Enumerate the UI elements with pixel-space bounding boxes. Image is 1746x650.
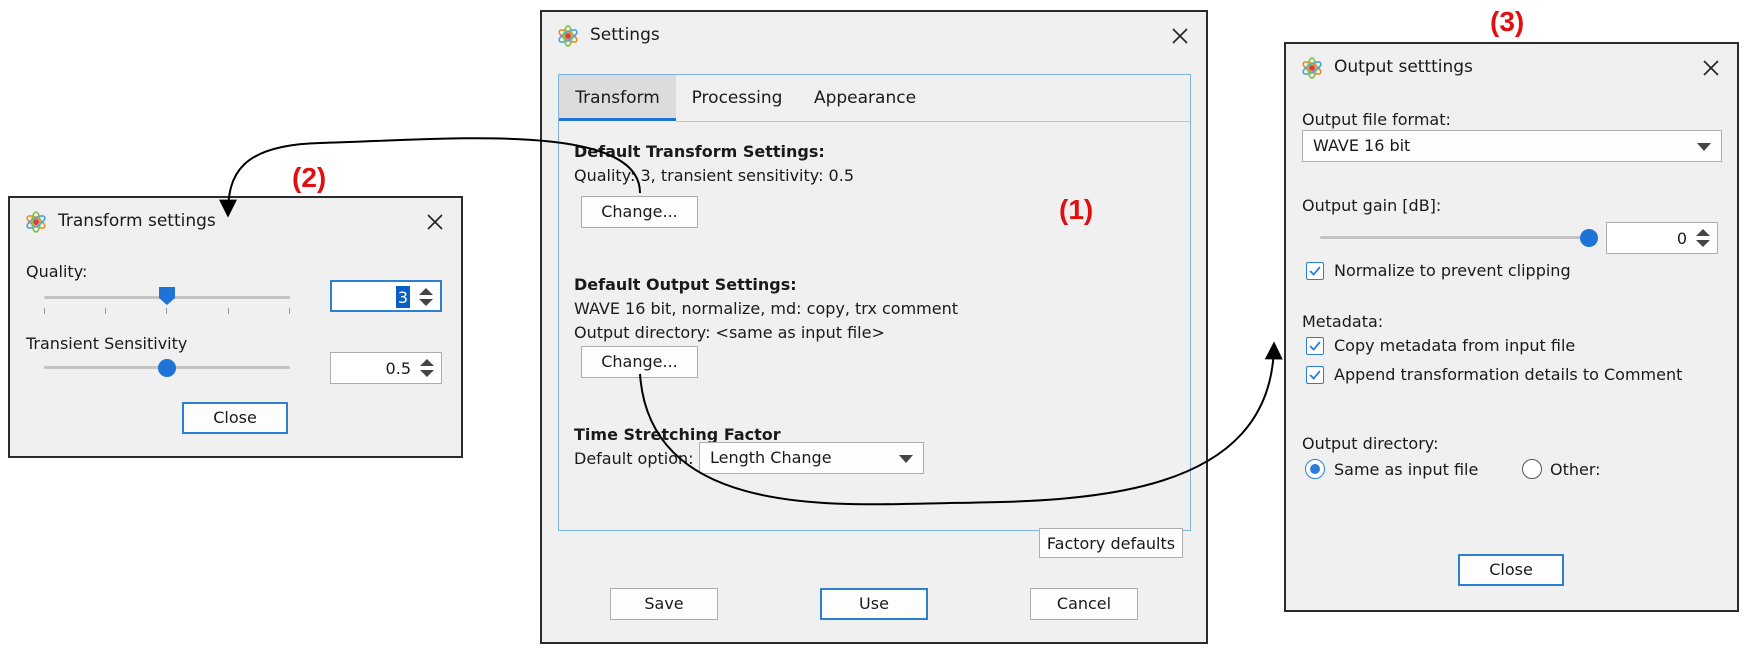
output-format-value: WAVE 16 bit	[1313, 136, 1411, 155]
callout-transform: (2)	[292, 162, 327, 193]
sensitivity-spinbox[interactable]: 0.5	[330, 352, 442, 384]
append-details-label: Append transformation details to Comment	[1334, 365, 1683, 384]
output-gain-spinbox[interactable]: 0	[1606, 222, 1718, 254]
tab-panel: Transform Processing Appearance Default …	[558, 74, 1191, 531]
tab-processing[interactable]: Processing	[677, 75, 797, 121]
quality-spinbox-value[interactable]: 3	[395, 286, 410, 308]
chevron-down-icon	[899, 455, 913, 463]
checkmark-icon	[1307, 367, 1323, 383]
output-gain-spinbox-value[interactable]: 0	[1677, 223, 1687, 253]
output-titlebar: Output setttings	[1286, 44, 1737, 92]
spin-arrows-icon[interactable]	[416, 286, 436, 308]
other-directory-radio[interactable]	[1522, 459, 1542, 479]
normalize-checkbox[interactable]	[1306, 262, 1324, 280]
same-as-input-radio[interactable]	[1305, 459, 1325, 479]
output-window-title: Output setttings	[1334, 57, 1473, 77]
use-button[interactable]: Use	[820, 588, 928, 620]
transform-settings-window: Transform settings Quality: 3 Transient …	[8, 196, 463, 458]
copy-metadata-label: Copy metadata from input file	[1334, 336, 1576, 355]
quality-slider[interactable]	[44, 282, 290, 314]
quality-label: Quality:	[26, 262, 88, 281]
tab-transform[interactable]: Transform	[559, 75, 676, 121]
output-format-dropdown[interactable]: WAVE 16 bit	[1302, 130, 1722, 162]
quality-tick	[228, 308, 229, 314]
app-logo-icon	[1300, 56, 1324, 80]
output-directory-summary: Output directory: <same as input file>	[574, 323, 885, 342]
metadata-label: Metadata:	[1302, 312, 1384, 331]
normalize-label: Normalize to prevent clipping	[1334, 261, 1571, 280]
tab-appearance[interactable]: Appearance	[799, 75, 931, 121]
transform-settings-heading: Default Transform Settings:	[574, 142, 825, 161]
sensitivity-slider-thumb[interactable]	[158, 359, 176, 377]
settings-titlebar: Settings	[542, 12, 1206, 60]
output-gain-label: Output gain [dB]:	[1302, 196, 1442, 215]
output-format-label: Output file format:	[1302, 110, 1451, 129]
close-icon[interactable]	[423, 210, 447, 234]
output-gain-slider-thumb[interactable]	[1580, 229, 1598, 247]
output-settings-heading: Default Output Settings:	[574, 275, 797, 294]
change-transform-button[interactable]: Change...	[581, 196, 698, 228]
output-close-button[interactable]: Close	[1458, 554, 1564, 586]
app-logo-icon	[24, 210, 48, 234]
output-directory-label: Output directory:	[1302, 434, 1439, 453]
output-gain-slider-track	[1320, 236, 1590, 239]
app-logo-icon	[556, 24, 580, 48]
transform-close-button[interactable]: Close	[182, 402, 288, 434]
sensitivity-slider[interactable]	[44, 356, 290, 380]
checkmark-icon	[1307, 263, 1323, 279]
transform-settings-summary: Quality: 3, transient sensitivity: 0.5	[574, 166, 854, 185]
callout-output: (3)	[1490, 6, 1525, 37]
default-option-dropdown[interactable]: Length Change	[699, 442, 924, 474]
settings-window-title: Settings	[590, 25, 660, 45]
settings-window: Settings Transform Processing Appearance…	[540, 10, 1208, 644]
callout-main: (1)	[1059, 194, 1094, 225]
sensitivity-spinbox-value[interactable]: 0.5	[386, 353, 411, 383]
default-option-value: Length Change	[710, 448, 832, 467]
transform-titlebar: Transform settings	[10, 198, 461, 246]
output-gain-slider[interactable]	[1320, 226, 1598, 250]
quality-tick	[105, 308, 106, 314]
close-icon[interactable]	[1168, 24, 1192, 48]
quality-spinbox[interactable]: 3	[330, 280, 442, 312]
change-output-button[interactable]: Change...	[581, 346, 698, 378]
tab-divider	[676, 121, 1190, 122]
quality-slider-thumb[interactable]	[158, 286, 176, 306]
save-button[interactable]: Save	[610, 588, 718, 620]
output-settings-summary: WAVE 16 bit, normalize, md: copy, trx co…	[574, 299, 959, 318]
cancel-button[interactable]: Cancel	[1030, 588, 1138, 620]
quality-tick	[166, 308, 167, 314]
factory-defaults-button[interactable]: Factory defaults	[1039, 528, 1183, 558]
quality-tick	[44, 308, 45, 314]
quality-tick	[289, 308, 290, 314]
spin-arrows-icon[interactable]	[1693, 227, 1713, 249]
same-as-input-label: Same as input file	[1334, 460, 1479, 479]
checkmark-icon	[1307, 338, 1323, 354]
spin-arrows-icon[interactable]	[417, 357, 437, 379]
close-icon[interactable]	[1699, 56, 1723, 80]
append-details-checkbox[interactable]	[1306, 366, 1324, 384]
transform-window-title: Transform settings	[58, 211, 216, 231]
output-settings-window: Output setttings Output file format: WAV…	[1284, 42, 1739, 612]
other-directory-label: Other:	[1550, 460, 1601, 479]
default-option-label: Default option:	[574, 449, 694, 468]
copy-metadata-checkbox[interactable]	[1306, 337, 1324, 355]
chevron-down-icon	[1697, 143, 1711, 151]
sensitivity-label: Transient Sensitivity	[26, 334, 188, 353]
